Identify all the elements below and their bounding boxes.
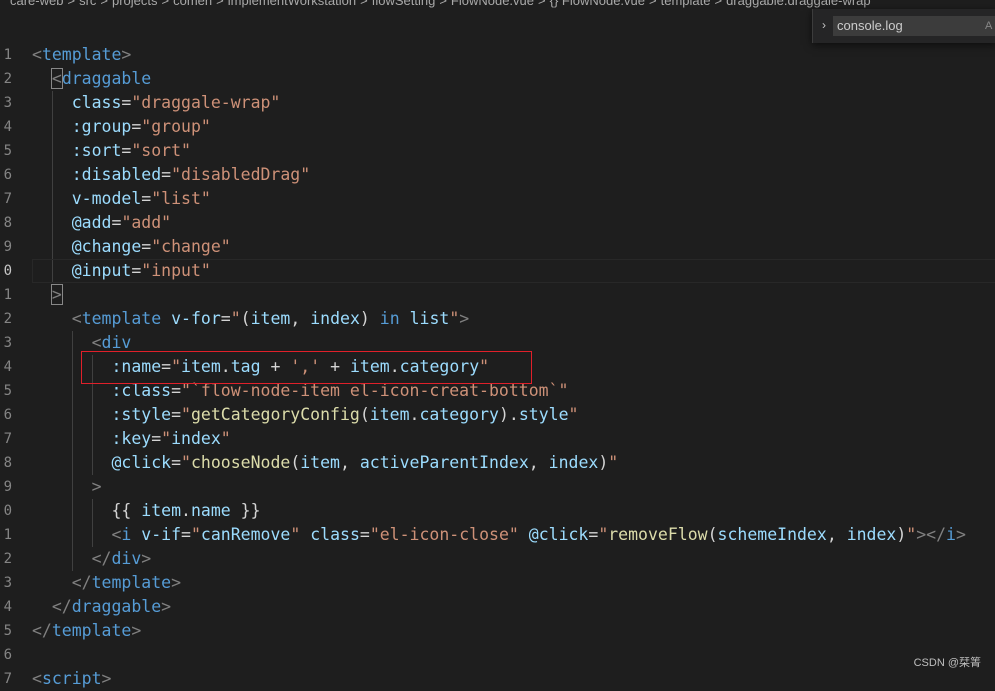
code-line-16: :style="getCategoryConfig(item.category)… [111, 405, 579, 424]
line-number: 0 [3, 263, 12, 279]
line-number: 9 [3, 239, 12, 255]
code-line-4: :group="group" [71, 117, 211, 136]
code-line-21: <i v-if="canRemove" class="el-icon-close… [111, 525, 966, 544]
breadcrumb-separator: > [649, 0, 657, 8]
find-widget: › console.log A [812, 9, 995, 43]
code-line-11: > [50, 284, 63, 305]
code-line-19: > [91, 477, 102, 496]
line-number: 8 [3, 215, 12, 231]
breadcrumb-item[interactable]: implementWorkstation [228, 0, 356, 8]
annotation-highlight-box [81, 351, 532, 384]
line-number: 6 [3, 167, 12, 183]
line-number: 6 [3, 407, 12, 423]
code-line-2: <draggable [50, 68, 152, 89]
line-number: 2 [3, 551, 12, 567]
code-line-24: </draggable> [51, 597, 172, 616]
code-line-20: {{ item.name }} [111, 501, 261, 520]
line-number: 3 [3, 575, 12, 591]
line-number: 5 [3, 143, 12, 159]
code-line-10-current: @input="input" [32, 259, 995, 283]
breadcrumb-item[interactable]: draggable.draggale-wrap [726, 0, 871, 8]
code-line-8: @add="add" [71, 213, 172, 232]
breadcrumb-separator: > [714, 0, 723, 8]
find-input[interactable]: console.log [833, 16, 995, 36]
line-number: 2 [3, 311, 12, 327]
code-line-22: </div> [91, 549, 152, 568]
line-number: 7 [3, 431, 12, 447]
line-number: 4 [3, 359, 12, 375]
code-line-9: @change="change" [71, 237, 231, 256]
line-number: 3 [3, 95, 12, 111]
watermark: CSDN @栞箐 [913, 657, 981, 669]
chevron-right-icon[interactable]: › [817, 18, 831, 32]
breadcrumb-separator: > [439, 0, 447, 8]
code-line-27: <script> [32, 669, 112, 688]
line-number: 7 [3, 671, 12, 687]
line-number: 9 [3, 479, 12, 495]
line-number-gutter: 1 2 3 4 5 6 7 8 9 0 1 2 3 4 5 6 7 8 9 0 1 2 3 4 5 6 7 [0, 43, 14, 691]
breadcrumb-separator: > [161, 0, 170, 8]
line-number: 2 [3, 71, 12, 87]
breadcrumb-item[interactable]: src [79, 0, 96, 8]
line-number: 5 [3, 623, 12, 639]
breadcrumb-item[interactable]: FlowNode.vue [451, 0, 534, 8]
breadcrumb-separator: > [538, 0, 546, 8]
breadcrumb-item[interactable]: projects [112, 0, 158, 8]
line-number: 4 [3, 119, 12, 135]
breadcrumb-item[interactable]: template [661, 0, 711, 8]
breadcrumb-item[interactable]: {} FlowNode.vue [550, 0, 645, 8]
line-number: 0 [3, 503, 12, 519]
code-line-12: <template v-for="(item, index) in list"> [71, 309, 470, 328]
line-number: 4 [3, 599, 12, 615]
breadcrumb-item[interactable]: care-web [10, 0, 63, 8]
code-line-1: <template> [32, 45, 132, 64]
code-line-3: class="draggale-wrap" [71, 93, 281, 112]
line-number: 1 [3, 527, 12, 543]
breadcrumb-item[interactable]: comen [173, 0, 212, 8]
line-number: 6 [3, 647, 12, 663]
code-line-17: :key="index" [111, 429, 231, 448]
code-line-7: v-model="list" [71, 189, 211, 208]
line-number: 3 [3, 335, 12, 351]
line-number: 1 [3, 47, 12, 63]
code-line-18: @click="chooseNode(item, activeParentInd… [111, 453, 619, 472]
line-number: 8 [3, 455, 12, 471]
breadcrumb-separator: > [67, 0, 76, 8]
breadcrumb-separator: > [216, 0, 224, 8]
line-number: 7 [3, 191, 12, 207]
line-number: 5 [3, 383, 12, 399]
line-number: 1 [3, 287, 12, 303]
code-line-23: </template> [71, 573, 182, 592]
code-line-25: </template> [32, 621, 142, 640]
code-line-5: :sort="sort" [71, 141, 191, 160]
breadcrumb-item[interactable]: flowSetting [372, 0, 436, 8]
match-case-toggle[interactable]: A [985, 20, 992, 32]
breadcrumb-separator: > [360, 0, 368, 8]
breadcrumb-separator: > [100, 0, 108, 8]
code-line-6: :disabled="disabledDrag" [71, 165, 311, 184]
